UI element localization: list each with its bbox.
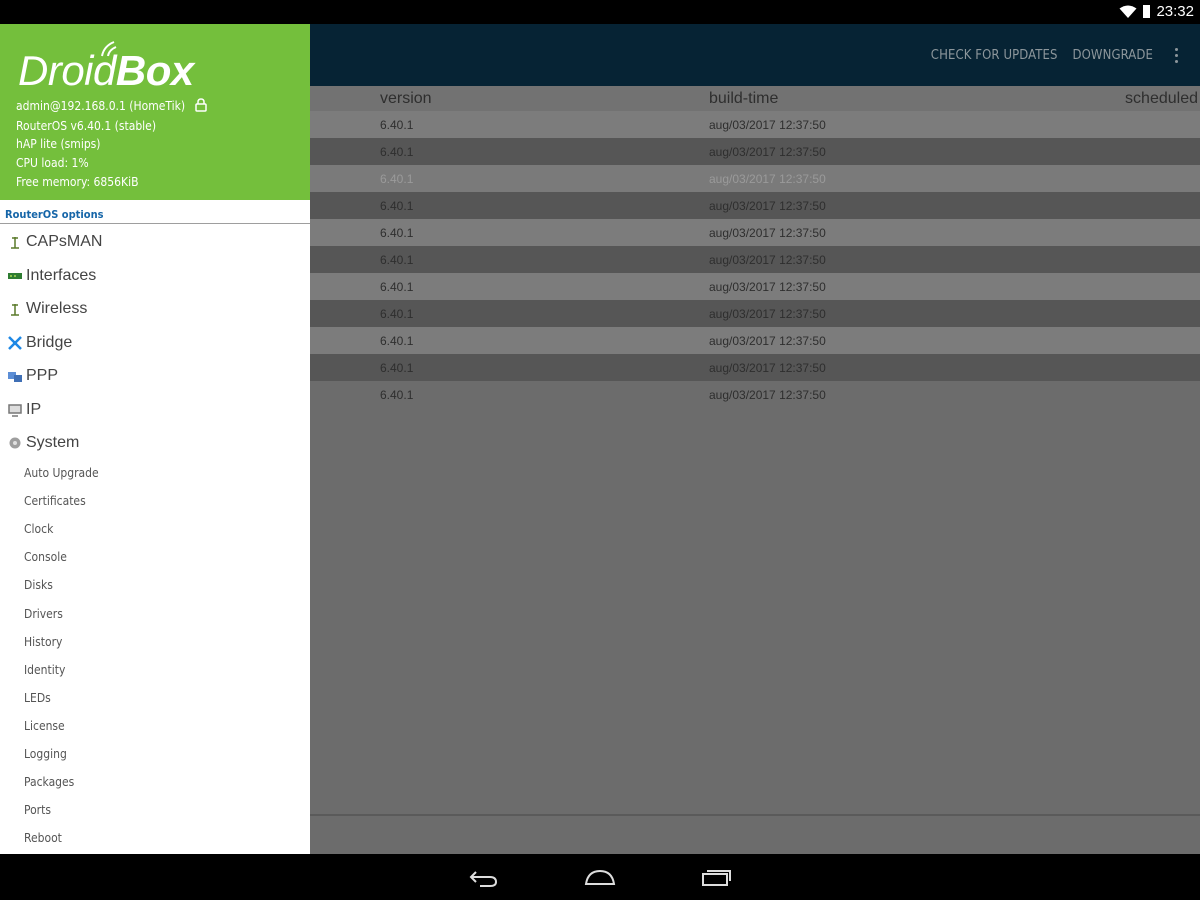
bridge-icon [8,336,22,350]
cell-build-time: aug/03/2017 12:37:50 [709,361,826,375]
submenu-item-logging[interactable]: Logging [24,747,67,761]
menu-item-ppp[interactable]: PPP [7,364,58,388]
menu-item-label: System [26,434,80,451]
home-icon[interactable] [584,866,616,888]
cell-build-time: aug/03/2017 12:37:50 [709,226,826,240]
divider [0,223,310,224]
submenu-item-ports[interactable]: Ports [24,803,51,817]
menu-item-wireless[interactable]: Wireless [7,297,87,321]
cell-build-time: aug/03/2017 12:37:50 [709,280,826,294]
menu-item-capsman[interactable]: CAPsMAN [7,230,102,254]
cell-version: 6.40.1 [380,334,414,348]
drawer-header: DroidBox admin@192.168.0.1 (HomeTik) Rou… [0,24,310,200]
menu-item-label: PPP [26,367,59,384]
cell-build-time: aug/03/2017 12:37:50 [709,172,826,186]
submenu-item-packages[interactable]: Packages [24,775,74,789]
cell-version: 6.40.1 [380,118,414,132]
account-text: admin@192.168.0.1 (HomeTik) [16,99,186,113]
interfaces-icon [8,273,22,279]
ppp-icon [8,372,22,382]
cell-build-time: aug/03/2017 12:37:50 [709,253,826,267]
account-line[interactable]: admin@192.168.0.1 (HomeTik) [16,98,207,113]
battery-icon [1143,5,1151,18]
lock-icon[interactable] [194,98,207,112]
menu-item-label: Wireless [26,300,88,317]
free-memory: Free memory: 6856KiB [16,175,139,189]
cell-version: 6.40.1 [380,172,414,186]
section-title: RouterOS options [5,208,104,221]
cell-version: 6.40.1 [380,361,414,375]
menu-item-label: Interfaces [26,267,97,284]
menu-item-label: Bridge [26,334,73,351]
submenu-item-identity[interactable]: Identity [24,663,65,677]
cell-build-time: aug/03/2017 12:37:50 [709,388,826,402]
wireless-icon [11,304,19,316]
submenu-item-reboot[interactable]: Reboot [24,831,62,845]
downgrade-button[interactable]: DOWNGRADE [1073,48,1153,63]
cell-version: 6.40.1 [380,199,414,213]
recent-apps-icon[interactable] [700,866,732,888]
cell-version: 6.40.1 [380,253,414,267]
cpu-load: CPU load: 1% [16,156,89,170]
back-icon[interactable] [468,866,500,888]
submenu-item-license[interactable]: License [24,719,65,733]
overflow-menu-icon[interactable] [1168,45,1184,65]
cell-build-time: aug/03/2017 12:37:50 [709,199,826,213]
cell-build-time: aug/03/2017 12:37:50 [709,118,826,132]
column-header-version[interactable]: version [380,90,432,108]
wifi-icon [1119,5,1137,18]
clock-time: 23:32 [1156,3,1194,20]
system-icon [9,437,21,449]
submenu-item-certificates[interactable]: Certificates [24,494,86,508]
submenu-item-history[interactable]: History [24,635,62,649]
routeros-version: RouterOS v6.40.1 (stable) [16,119,157,133]
submenu-item-clock[interactable]: Clock [24,522,53,536]
navigation-drawer: DroidBox admin@192.168.0.1 (HomeTik) Rou… [0,24,310,854]
cell-version: 6.40.1 [380,226,414,240]
antenna-icon [11,237,19,249]
submenu-item-disks[interactable]: Disks [24,578,53,592]
column-header-build-time[interactable]: build-time [709,90,778,108]
menu-item-label: IP [26,401,42,418]
submenu-item-drivers[interactable]: Drivers [24,607,63,621]
cell-version: 6.40.1 [380,307,414,321]
menu-item-interfaces[interactable]: Interfaces [7,264,96,288]
check-for-updates-button[interactable]: CHECK FOR UPDATES [931,48,1058,63]
app-window: CHECK FOR UPDATES DOWNGRADE version buil… [0,24,1200,854]
droidbox-logo: DroidBox [18,47,194,94]
cell-build-time: aug/03/2017 12:37:50 [709,334,826,348]
cell-version: 6.40.1 [380,145,414,159]
cell-version: 6.40.1 [380,388,414,402]
menu-item-bridge[interactable]: Bridge [7,331,72,355]
column-header-scheduled[interactable]: scheduled [1125,90,1198,108]
cell-version: 6.40.1 [380,280,414,294]
ip-icon [8,404,22,417]
menu-item-system[interactable]: System [7,431,79,455]
submenu-item-console[interactable]: Console [24,550,67,564]
menu-item-label: CAPsMAN [26,233,103,250]
board-name: hAP lite (smips) [16,137,101,151]
cell-build-time: aug/03/2017 12:37:50 [709,145,826,159]
cell-build-time: aug/03/2017 12:37:50 [709,307,826,321]
submenu-item-auto-upgrade[interactable]: Auto Upgrade [24,466,99,480]
status-bar: 23:32 [0,0,1200,24]
menu-item-ip[interactable]: IP [7,398,41,422]
navigation-bar [0,854,1200,900]
submenu-item-leds[interactable]: LEDs [24,691,51,705]
